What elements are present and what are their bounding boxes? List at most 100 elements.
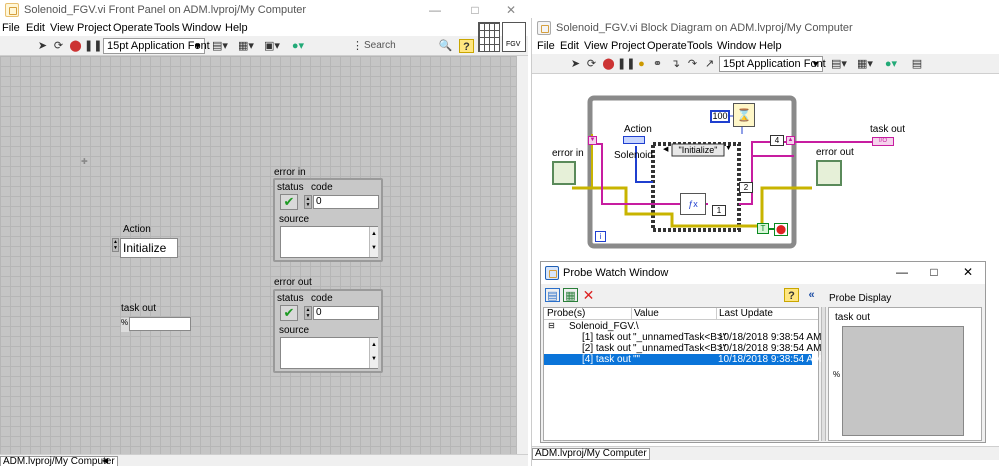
- search-icon[interactable]: 🔍: [438, 39, 453, 53]
- probe-tree-icon[interactable]: ▦: [563, 288, 578, 302]
- table-row[interactable]: [1] task out "_unnamedTask<B>" 10/18/201…: [544, 332, 821, 343]
- front-panel-scrollbar[interactable]: [516, 56, 528, 454]
- bd-run-continuously-icon[interactable]: ⟳: [584, 57, 599, 71]
- bd-reorder-icon[interactable]: ●▾: [881, 57, 901, 71]
- col-value[interactable]: Value: [631, 308, 659, 319]
- search-input[interactable]: Search: [364, 40, 396, 51]
- probe-window-icon: [545, 266, 559, 280]
- probe-splitter[interactable]: [821, 307, 826, 441]
- run-arrow-icon[interactable]: ➤: [35, 39, 50, 53]
- bd-menu-window[interactable]: Window: [717, 40, 756, 52]
- true-constant-value: T: [760, 224, 766, 233]
- probe-minimize-icon[interactable]: —: [887, 262, 917, 282]
- probe-2[interactable]: 2: [739, 182, 753, 193]
- menu-window[interactable]: Window: [182, 22, 221, 34]
- menu-project[interactable]: Project: [77, 22, 111, 34]
- front-panel-titlebar[interactable]: Solenoid_FGV.vi Front Panel on ADM.lvpro…: [0, 0, 528, 20]
- error-out-source-scrollbar[interactable]: ▲ ▼: [369, 338, 378, 368]
- bd-menu-operate[interactable]: Operate: [647, 40, 687, 52]
- side-digit: 8: [532, 427, 534, 445]
- updated-cell: 10/18/2018 9:38:54 AM: [718, 343, 822, 354]
- probe-close-icon[interactable]: ✕: [953, 262, 983, 282]
- bd-pause-icon[interactable]: ❚❚: [617, 57, 635, 71]
- bd-menu-tools[interactable]: Tools: [687, 40, 713, 52]
- error-in-source-field[interactable]: [280, 226, 378, 258]
- col-last-update[interactable]: Last Update: [716, 308, 773, 319]
- error-out-wire: [739, 186, 812, 228]
- step-into-icon[interactable]: ↴: [668, 57, 683, 71]
- reorder-icon[interactable]: ●▾: [288, 39, 308, 53]
- bd-action-terminal[interactable]: [623, 136, 645, 144]
- table-row[interactable]: [2] task out "_unnamedTask<B>" 10/18/201…: [544, 343, 822, 354]
- bd-menu-help[interactable]: Help: [759, 40, 782, 52]
- tree-root-row[interactable]: ⊟ Solenoid_FGV.\: [544, 321, 818, 332]
- retain-wire-values-icon[interactable]: ⚭: [650, 57, 665, 71]
- menu-edit[interactable]: Edit: [26, 22, 45, 34]
- menu-file[interactable]: File: [2, 22, 20, 34]
- table-row-selected[interactable]: [4] task out "" 10/18/2018 9:38:54 AM: [544, 354, 821, 365]
- bd-distribute-objects-icon[interactable]: ▦▾: [855, 57, 875, 71]
- bd-error-in-terminal[interactable]: [552, 161, 576, 185]
- probe-help-icon[interactable]: ?: [784, 288, 799, 302]
- probe-4[interactable]: 4: [770, 135, 784, 146]
- subvi-icon[interactable]: ƒx: [680, 193, 706, 215]
- front-panel-canvas[interactable]: ✚ Action ▲ ▼ Initialize task out % error …: [0, 56, 516, 454]
- minimize-icon[interactable]: —: [420, 0, 450, 20]
- action-ring-control[interactable]: Initialize: [120, 238, 178, 258]
- bd-task-out-terminal[interactable]: I/O: [872, 137, 894, 146]
- connector-pane-icon[interactable]: [478, 22, 500, 52]
- bd-error-out-terminal[interactable]: [816, 160, 842, 186]
- step-out-icon[interactable]: ↗: [702, 57, 717, 71]
- tree-collapse-icon[interactable]: ⊟: [548, 321, 555, 330]
- constant-100[interactable]: 100: [710, 110, 730, 123]
- pause-icon[interactable]: ❚❚: [84, 39, 102, 53]
- align-objects-icon[interactable]: ▤▾: [210, 39, 230, 53]
- bd-menu-edit[interactable]: Edit: [560, 40, 579, 52]
- case-next-icon[interactable]: ▼: [725, 145, 732, 152]
- probe-delete-icon[interactable]: ✕: [581, 288, 596, 302]
- statusbar-scroll-left-icon[interactable]: ◀: [102, 456, 108, 465]
- stop-condition-icon[interactable]: ⬤: [774, 223, 788, 236]
- bd-font-select[interactable]: 15pt Application Font ▼: [719, 56, 826, 72]
- block-diagram-titlebar[interactable]: Solenoid_FGV.vi Block Diagram on ADM.lvp…: [532, 18, 999, 38]
- probe-1[interactable]: 1: [712, 205, 726, 216]
- distribute-objects-icon[interactable]: ▦▾: [236, 39, 256, 53]
- wait-ms-icon[interactable]: ⌛: [733, 103, 755, 127]
- help-icon[interactable]: ?: [459, 39, 474, 53]
- bd-align-objects-icon[interactable]: ▤▾: [829, 57, 849, 71]
- menu-tools[interactable]: Tools: [154, 22, 180, 34]
- case-selector-label[interactable]: "Initialize": [673, 145, 723, 155]
- bd-run-arrow-icon[interactable]: ➤: [568, 57, 583, 71]
- step-over-icon[interactable]: ↷: [685, 57, 700, 71]
- menu-view[interactable]: View: [50, 22, 74, 34]
- case-prev-icon[interactable]: ◀: [663, 145, 668, 153]
- run-continuously-icon[interactable]: ⟳: [51, 39, 66, 53]
- bd-menu-file[interactable]: File: [537, 40, 555, 52]
- ring-stepper-icon[interactable]: ▲ ▼: [112, 238, 119, 252]
- vi-icon[interactable]: FGV: [502, 22, 526, 52]
- highlight-execution-icon[interactable]: ●: [634, 57, 649, 71]
- bd-cleanup-icon[interactable]: ▤: [907, 57, 927, 71]
- collapse-display-icon[interactable]: «: [804, 288, 819, 302]
- maximize-icon[interactable]: □: [460, 0, 490, 20]
- menu-operate[interactable]: Operate: [113, 22, 153, 34]
- error-in-code-stepper[interactable]: ▲ ▼: [304, 195, 312, 209]
- probe-open-icon[interactable]: ▤: [545, 288, 560, 302]
- menu-help[interactable]: Help: [225, 22, 248, 34]
- close-icon[interactable]: ✕: [496, 0, 526, 20]
- resize-objects-icon[interactable]: ▣▾: [262, 39, 282, 53]
- error-in-source-scrollbar[interactable]: ▲ ▼: [369, 227, 378, 257]
- bd-error-out-label: error out: [816, 147, 854, 158]
- true-constant[interactable]: T: [757, 223, 769, 234]
- error-in-status-check[interactable]: ✔: [280, 194, 298, 210]
- bd-menu-project[interactable]: Project: [611, 40, 645, 52]
- bd-abort-icon[interactable]: ⬤: [601, 57, 616, 71]
- error-in-code-field[interactable]: 0: [313, 195, 379, 209]
- col-probes[interactable]: Probe(s): [547, 308, 585, 319]
- bd-menu-view[interactable]: View: [584, 40, 608, 52]
- probe-maximize-icon[interactable]: □: [919, 262, 949, 282]
- font-select[interactable]: 15pt Application Font ▼: [103, 38, 210, 54]
- abort-icon[interactable]: ⬤: [68, 39, 83, 53]
- side-digits: 8 8 8 8 8 8 8: [532, 319, 534, 445]
- probe-window-titlebar[interactable]: Probe Watch Window — □ ✕: [541, 262, 985, 284]
